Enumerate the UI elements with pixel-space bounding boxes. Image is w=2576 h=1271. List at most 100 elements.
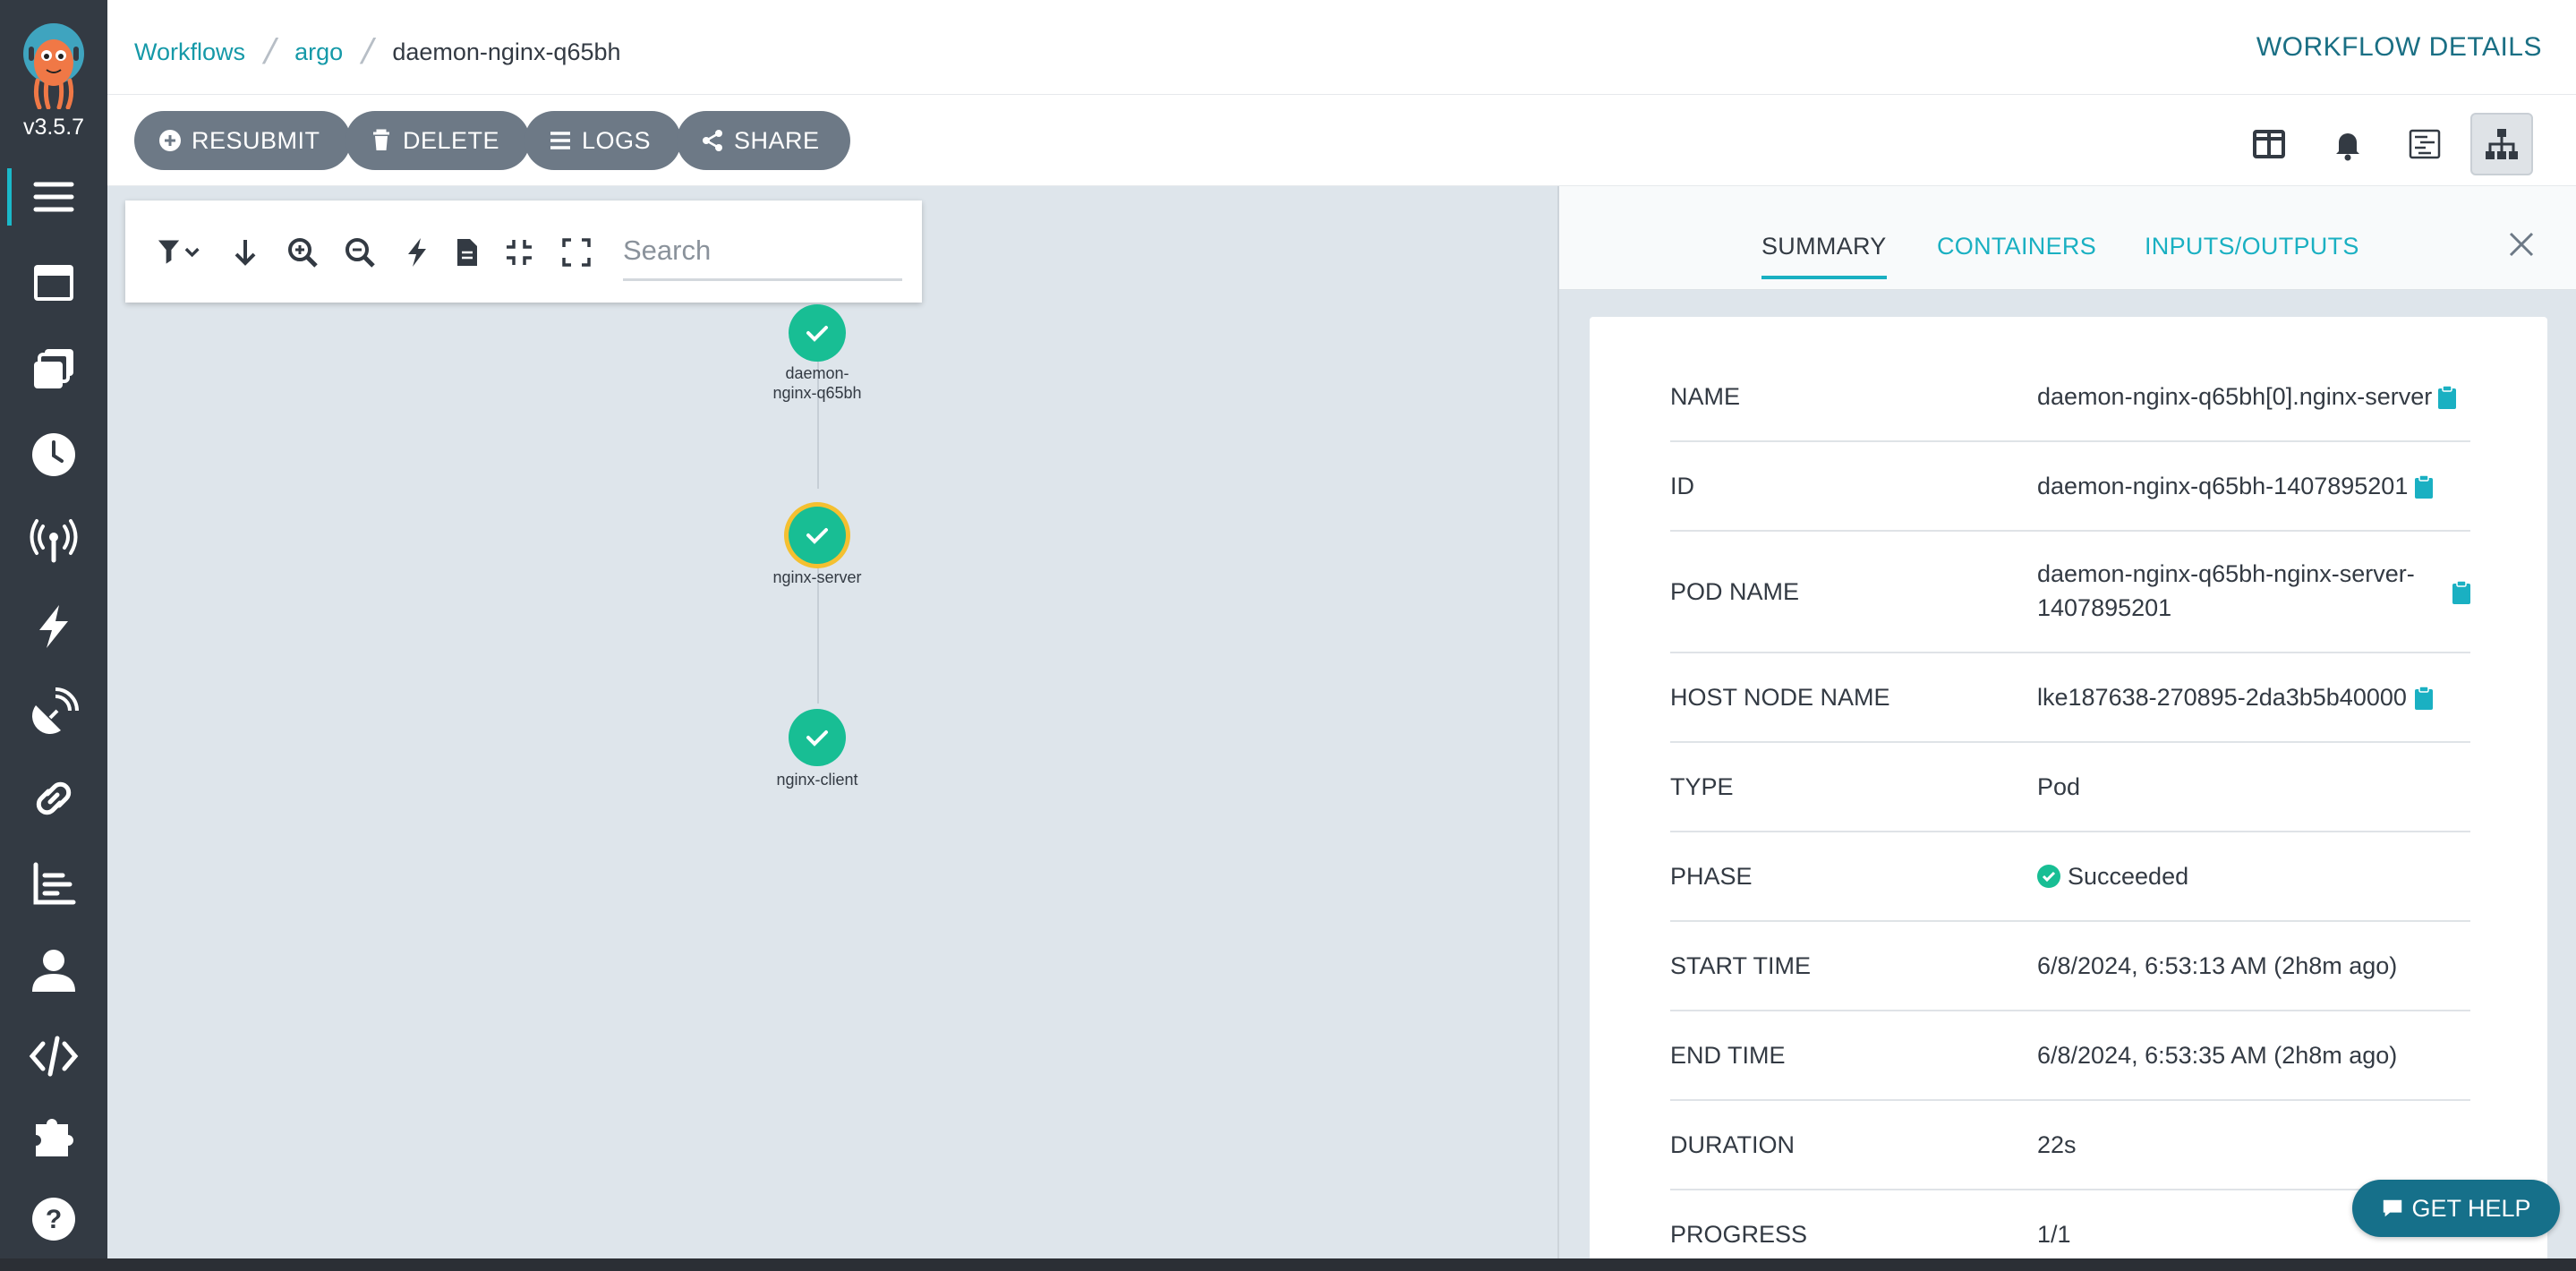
expand-button[interactable]: [559, 235, 594, 270]
antenna-icon: [30, 519, 78, 563]
argo-logo[interactable]: [16, 23, 91, 109]
clipboard-icon[interactable]: [2413, 474, 2435, 499]
clipboard-icon[interactable]: [2436, 385, 2458, 410]
fast-mode-button[interactable]: [399, 235, 435, 270]
check-icon: [806, 326, 828, 342]
nav-cron-workflows[interactable]: [0, 419, 107, 490]
resubmit-button[interactable]: RESUBMIT: [134, 111, 351, 170]
phase-value: Succeeded: [2037, 859, 2188, 893]
close-icon[interactable]: [2506, 229, 2537, 260]
graph-node-nginx-server[interactable]: [789, 507, 846, 564]
nav-help[interactable]: ?: [0, 1183, 107, 1255]
phase-text: Succeeded: [2068, 863, 2189, 890]
workflow-graph[interactable]: daemon- nginx-q65bh nginx-server nginx-c…: [107, 186, 1557, 1258]
tab-summary[interactable]: SUMMARY: [1761, 233, 1887, 279]
app-root: v3.5.7 ? Workflows / argo / daemon-nginx…: [0, 0, 2576, 1271]
field-row-name: NAME daemon-nginx-q65bh[0].nginx-server: [1670, 353, 2470, 442]
comment-icon: [2384, 1199, 2402, 1217]
clipboard-icon[interactable]: [2413, 686, 2435, 711]
menu-icon: [33, 182, 74, 212]
nav-api-docs[interactable]: [0, 1020, 107, 1092]
code-icon: [29, 1036, 79, 1077]
zoom-out-button[interactable]: [342, 235, 378, 270]
graph-search-input[interactable]: [623, 222, 902, 281]
sidebar-nav: v3.5.7 ?: [0, 0, 107, 1258]
logs-label: LOGS: [582, 126, 652, 154]
breadcrumb-namespace[interactable]: argo: [294, 38, 343, 66]
filter-dropdown[interactable]: [156, 235, 209, 270]
nav-cluster-templates[interactable]: [0, 333, 107, 405]
graph-view-button[interactable]: [2470, 113, 2533, 175]
field-value: lke187638-270895-2da3b5b40000: [2037, 684, 2407, 711]
plus-circle-icon: [159, 130, 181, 151]
resubmit-label: RESUBMIT: [192, 126, 320, 154]
nav-event-sources[interactable]: [0, 591, 107, 662]
field-key: PHASE: [1670, 863, 1753, 890]
collapse-button[interactable]: [501, 235, 537, 270]
nav-sensors[interactable]: [0, 677, 107, 748]
breadcrumb: Workflows / argo / daemon-nginx-q65bh: [134, 32, 621, 73]
nav-event-bus[interactable]: [0, 763, 107, 834]
field-key: TYPE: [1670, 773, 1734, 800]
show-artifacts-button[interactable]: [449, 235, 485, 270]
bolt-icon: [408, 238, 426, 267]
window-icon: [34, 265, 73, 301]
list-icon: [550, 132, 570, 149]
field-key: POD NAME: [1670, 578, 1800, 605]
graph-node-label: nginx-client: [776, 771, 858, 789]
logs-button[interactable]: LOGS: [525, 111, 682, 170]
field-value: 22s: [2037, 1131, 2077, 1158]
delete-label: DELETE: [403, 126, 500, 154]
split-view-button[interactable]: [2238, 113, 2300, 175]
delete-button[interactable]: DELETE: [345, 111, 531, 170]
field-key: HOST NODE NAME: [1670, 684, 1890, 711]
page-title: WORKFLOW DETAILS: [2256, 32, 2542, 62]
tab-inputs-outputs[interactable]: INPUTS/OUTPUTS: [2145, 233, 2359, 260]
field-row-end-time: END TIME 6/8/2024, 6:53:35 AM (2h8m ago): [1670, 1011, 2470, 1101]
share-button[interactable]: SHARE: [677, 111, 850, 170]
window-bottom-edge: [0, 1258, 2576, 1271]
bolt-icon: [39, 605, 68, 648]
check-icon: [806, 730, 828, 746]
breadcrumb-separator: /: [260, 32, 280, 72]
svg-text:?: ?: [46, 1205, 62, 1234]
nav-user[interactable]: [0, 934, 107, 1006]
breadcrumb-workflow: daemon-nginx-q65bh: [392, 38, 621, 65]
expand-icon: [562, 238, 591, 267]
node-details-panel: SUMMARY CONTAINERS INPUTS/OUTPUTS NAME d…: [1557, 186, 2576, 1271]
zoom-in-button[interactable]: [285, 235, 320, 270]
nav-workflow-templates[interactable]: [0, 247, 107, 319]
trash-icon: [373, 129, 389, 150]
nav-plugins[interactable]: [0, 1099, 107, 1171]
field-row-host-node: HOST NODE NAME lke187638-270895-2da3b5b4…: [1670, 653, 2470, 743]
top-header: Workflows / argo / daemon-nginx-q65bh WO…: [107, 0, 2576, 95]
graph-node-label: nginx-server: [772, 568, 862, 586]
field-row-type: TYPE Pod: [1670, 743, 2470, 832]
field-row-phase: PHASE Succeeded: [1670, 832, 2470, 922]
get-help-button[interactable]: GET HELP: [2352, 1180, 2560, 1237]
field-value: 6/8/2024, 6:53:35 AM (2h8m ago): [2037, 1042, 2398, 1069]
field-key: DURATION: [1670, 1131, 1795, 1158]
arrow-down-icon: [235, 240, 256, 266]
timeline-view-button[interactable]: [2393, 113, 2456, 175]
zoom-out-icon: [345, 238, 375, 268]
nav-reports[interactable]: [0, 849, 107, 920]
share-label: SHARE: [734, 126, 820, 154]
bell-icon: [2336, 133, 2359, 161]
nav-workflows[interactable]: [0, 161, 107, 233]
zoom-in-icon: [288, 238, 318, 268]
field-key: END TIME: [1670, 1042, 1786, 1069]
field-value: 6/8/2024, 6:53:13 AM (2h8m ago): [2037, 952, 2398, 979]
tab-containers[interactable]: CONTAINERS: [1937, 233, 2096, 260]
filter-icon: [158, 240, 200, 264]
details-tabs: SUMMARY CONTAINERS INPUTS/OUTPUTS: [1559, 186, 2576, 290]
clipboard-icon[interactable]: [2451, 580, 2472, 605]
direction-button[interactable]: [227, 235, 263, 270]
clock-icon: [32, 433, 75, 476]
notifications-button[interactable]: [2316, 113, 2379, 175]
nav-event-flow[interactable]: [0, 505, 107, 576]
field-key: START TIME: [1670, 952, 1812, 979]
breadcrumb-workflows[interactable]: Workflows: [134, 38, 245, 66]
graph-node-nginx-client[interactable]: [789, 709, 846, 766]
graph-node-workflow[interactable]: [789, 304, 846, 362]
